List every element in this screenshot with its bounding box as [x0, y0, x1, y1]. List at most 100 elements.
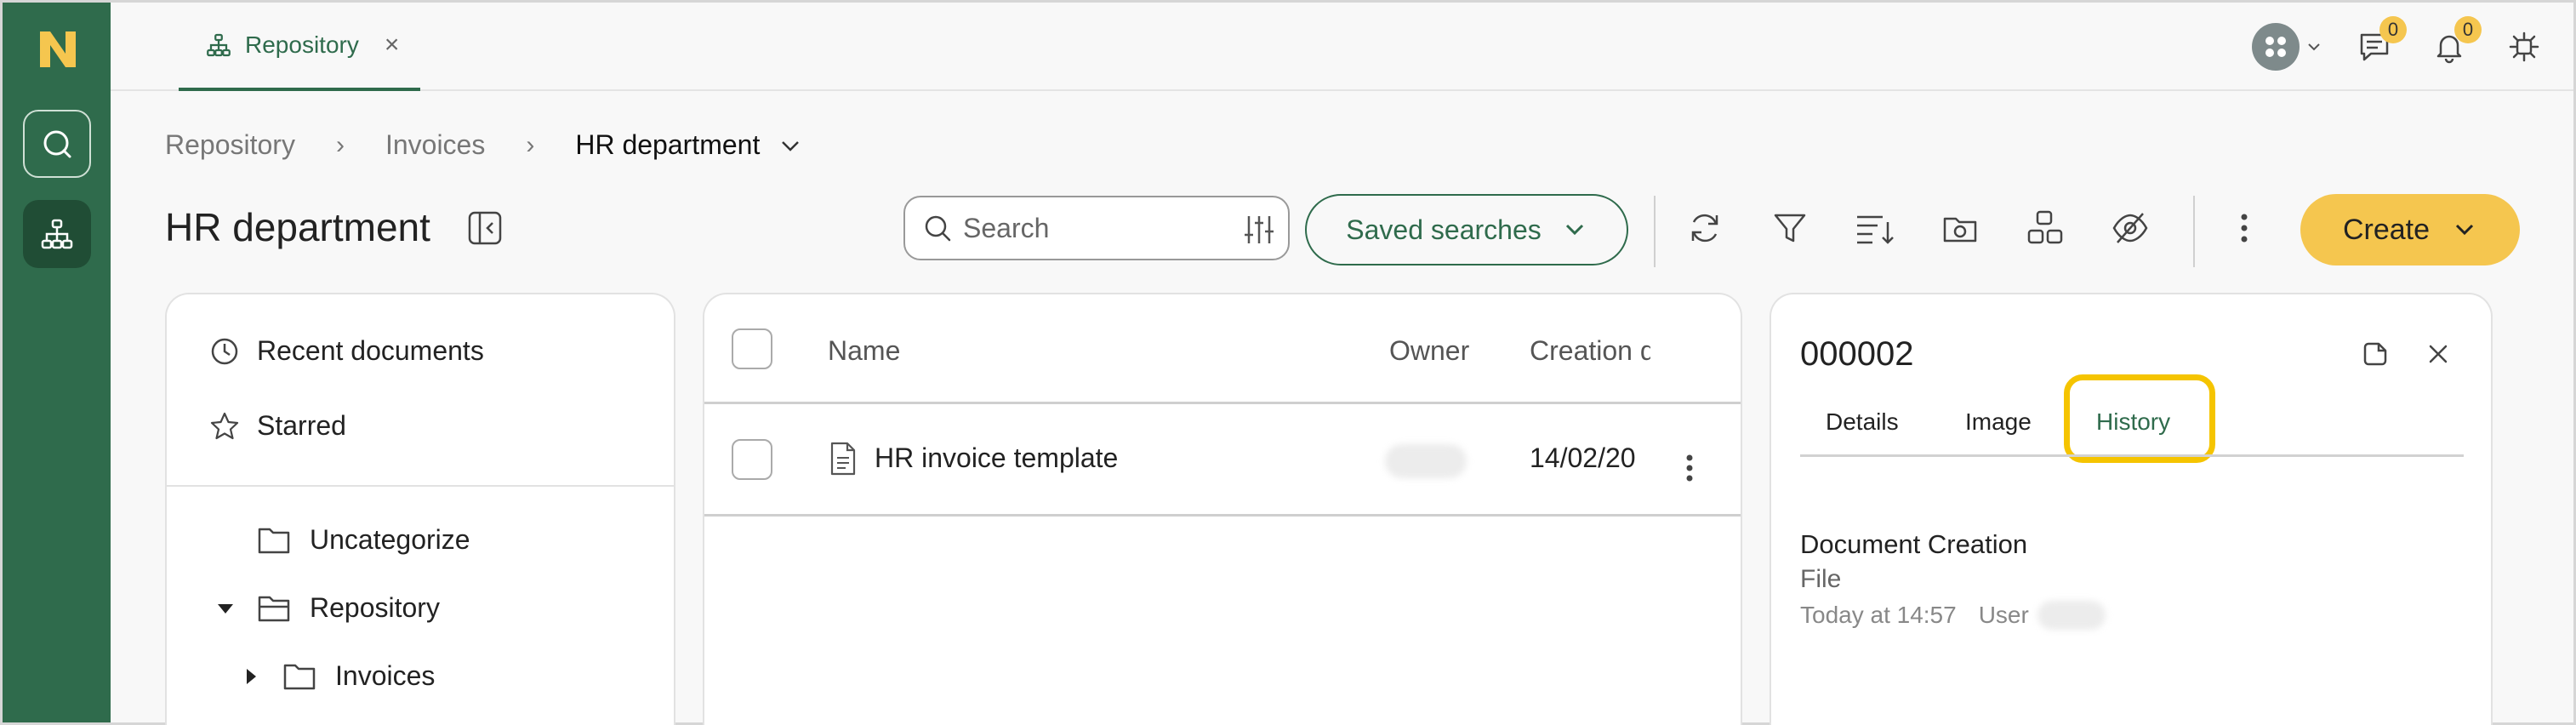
folder-open-icon: [258, 596, 290, 621]
document-list-panel: Name Owner Creation d HR invoice templat…: [703, 293, 1742, 725]
account-menu[interactable]: [2248, 21, 2325, 72]
tree-item-label: Invoices: [335, 660, 436, 691]
app-logo: [40, 31, 76, 67]
sliders-icon[interactable]: [1242, 213, 1276, 247]
avatar-icon: [2265, 37, 2286, 57]
layout-button[interactable]: [2020, 203, 2071, 254]
nav-label: Recent documents: [257, 335, 484, 366]
tab-details[interactable]: Details: [1826, 408, 1899, 436]
notifications-button[interactable]: 0: [2424, 16, 2482, 72]
breadcrumb-separator: ›: [335, 130, 345, 159]
refresh-button[interactable]: [1679, 203, 1730, 254]
search-field: [903, 196, 1290, 260]
more-vertical-icon[interactable]: [1683, 451, 1696, 485]
tab-repository[interactable]: Repository ×: [179, 3, 420, 91]
tab-history-highlight: [2064, 374, 2215, 463]
rail-repository-button[interactable]: [23, 200, 91, 268]
column-header-name[interactable]: Name: [828, 335, 900, 367]
row-owner-redacted: [1385, 444, 1467, 478]
sitemap-icon: [207, 33, 231, 57]
tabs-underline: [1800, 454, 2464, 457]
row-checkbox[interactable]: [732, 439, 772, 480]
create-label: Create: [2342, 213, 2431, 246]
breadcrumb-item-repository[interactable]: Repository: [165, 129, 295, 161]
folder-icon: [258, 528, 290, 553]
folder-link-button[interactable]: [1935, 203, 1986, 254]
open-document-button[interactable]: [2357, 335, 2394, 373]
caret-down-icon[interactable]: [214, 597, 237, 619]
app-rail: [3, 3, 111, 722]
toolbar-divider: [1654, 196, 1656, 267]
tree-item-label: Repository: [310, 592, 440, 623]
tree-item-uncategorize[interactable]: Uncategorize: [257, 524, 470, 556]
folder-icon: [283, 664, 316, 689]
breadcrumb-separator: ›: [526, 130, 535, 159]
grid-layout-icon: [2027, 210, 2063, 244]
page-title: HR department: [165, 205, 430, 249]
chevron-down-icon: [2308, 43, 2320, 51]
caret-right-icon[interactable]: [240, 665, 262, 688]
breadcrumb-item-invoices[interactable]: Invoices: [385, 129, 485, 161]
chevron-down-icon: [1565, 224, 1583, 236]
header-actions: 0 0: [2248, 3, 2573, 91]
sort-icon: [1857, 215, 1894, 244]
divider: [167, 485, 674, 487]
messages-button[interactable]: 0: [2349, 16, 2407, 72]
document-id: 000002: [1800, 335, 1914, 373]
history-event-title: Document Creation: [1800, 529, 2028, 559]
assistant-button[interactable]: [2499, 21, 2550, 72]
history-user-label: User: [1978, 602, 2029, 628]
folder-link-icon: [1943, 217, 1977, 243]
search-icon: [43, 130, 71, 158]
close-panel-button[interactable]: [2419, 335, 2457, 373]
search-input[interactable]: [963, 212, 1235, 244]
tree-item-repository[interactable]: Repository: [214, 592, 440, 624]
history-user-redacted: [2037, 601, 2106, 630]
document-icon: [830, 442, 856, 476]
history-event-meta: Today at 14:57 User: [1800, 601, 2106, 630]
hide-button[interactable]: [2105, 203, 2156, 254]
row-creation-date: 14/02/20: [1530, 442, 1636, 473]
column-header-creation[interactable]: Creation d: [1530, 335, 1650, 367]
sparkle-chip-icon: [2509, 31, 2539, 62]
star-icon: [210, 412, 239, 439]
history-event-type: File: [1800, 565, 1842, 593]
tree-item-invoices[interactable]: Invoices: [240, 660, 435, 692]
avatar: [2252, 23, 2300, 71]
sort-button[interactable]: [1849, 203, 1901, 254]
tab-close-icon[interactable]: ×: [385, 31, 400, 60]
tab-image[interactable]: Image: [1965, 408, 2032, 436]
nav-label: Starred: [257, 410, 346, 441]
sitemap-icon: [41, 219, 73, 249]
column-header-owner[interactable]: Owner: [1389, 335, 1469, 367]
search-icon: [925, 215, 951, 242]
toolbar-divider: [2193, 196, 2195, 267]
messages-badge: 0: [2379, 16, 2407, 43]
nav-starred[interactable]: Starred: [209, 410, 346, 442]
more-vertical-icon: [2241, 214, 2248, 243]
sidebar-collapse-icon[interactable]: [466, 209, 504, 247]
tree-item-label: Uncategorize: [310, 524, 470, 555]
saved-searches-button[interactable]: Saved searches: [1305, 194, 1628, 265]
clock-icon: [211, 338, 238, 364]
filter-button[interactable]: [1764, 203, 1815, 254]
select-all-checkbox[interactable]: [732, 328, 772, 369]
detail-panel: 000002 Details Image History Document Cr…: [1770, 293, 2493, 725]
top-bar: Repository × 0 0: [111, 3, 2573, 91]
row-name[interactable]: HR invoice template: [875, 442, 1118, 474]
eye-off-icon: [2112, 213, 2148, 243]
chevron-down-icon[interactable]: [778, 134, 802, 157]
document-corner-icon: [2363, 342, 2387, 366]
row-divider: [704, 514, 1741, 517]
refresh-icon: [1691, 214, 1718, 243]
chevron-down-icon: [2455, 224, 2474, 236]
notifications-badge: 0: [2454, 16, 2482, 43]
filter-icon: [1774, 214, 1806, 243]
header-divider: [704, 402, 1741, 404]
breadcrumb-current[interactable]: HR department: [575, 129, 760, 161]
create-button[interactable]: Create: [2300, 194, 2520, 265]
tab-label: Repository: [245, 31, 359, 58]
rail-search-button[interactable]: [23, 110, 91, 178]
more-options-button[interactable]: [2219, 203, 2270, 254]
nav-recent-documents[interactable]: Recent documents: [209, 335, 484, 367]
